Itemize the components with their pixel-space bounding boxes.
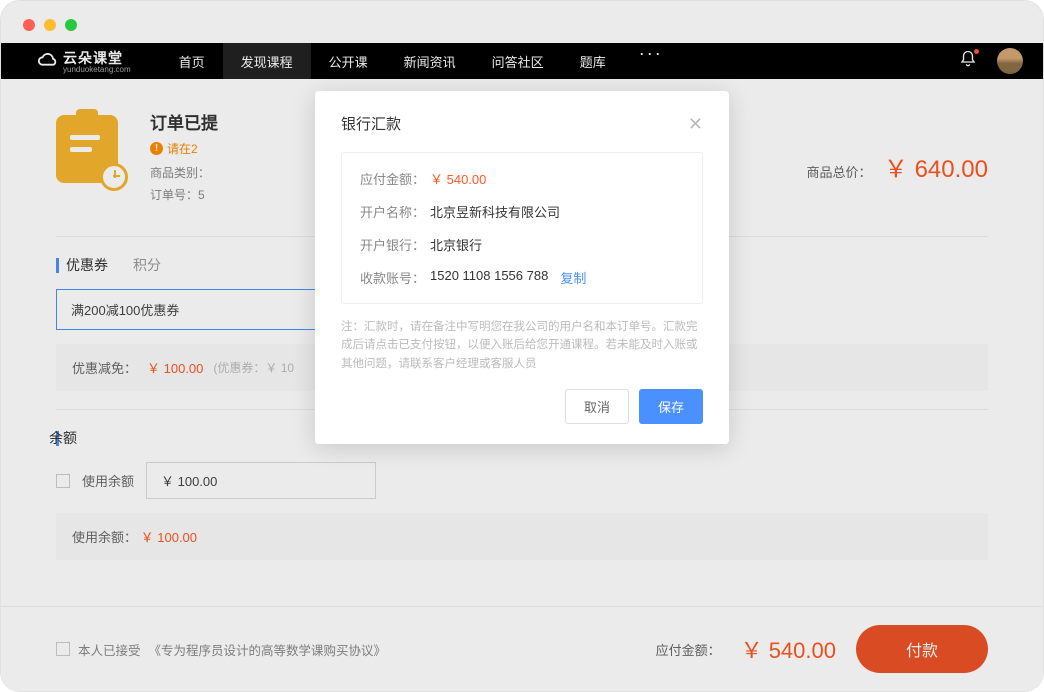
cancel-button[interactable]: 取消 — [565, 389, 629, 424]
close-window[interactable] — [23, 19, 35, 31]
modal-account-name-label: 开户名称： — [360, 202, 430, 221]
modal-account-name-value: 北京昱新科技有限公司 — [430, 202, 560, 221]
modal-amount-label: 应付金额： — [360, 169, 430, 188]
maximize-window[interactable] — [65, 19, 77, 31]
save-button[interactable]: 保存 — [639, 389, 703, 424]
modal-note: 注：汇款时，请在备注中写明您在我公司的用户名和本订单号。汇款完成后请点击已支付按… — [341, 318, 703, 373]
close-icon[interactable]: ✕ — [688, 115, 703, 133]
modal-account-no-label: 收款账号： — [360, 268, 430, 287]
modal-account-no-value: 1520 1108 1556 788 — [430, 268, 548, 287]
modal-title: 银行汇款 — [341, 113, 401, 134]
modal-amount-value: ￥ 540.00 — [430, 169, 486, 188]
minimize-window[interactable] — [44, 19, 56, 31]
window-controls — [23, 19, 77, 31]
bank-transfer-modal: 银行汇款 ✕ 应付金额： ￥ 540.00 开户名称： 北京昱新科技有限公司 开… — [315, 91, 729, 444]
modal-bank-label: 开户银行： — [360, 235, 430, 254]
modal-overlay: 银行汇款 ✕ 应付金额： ￥ 540.00 开户名称： 北京昱新科技有限公司 开… — [1, 1, 1043, 691]
modal-bank-value: 北京银行 — [430, 235, 482, 254]
copy-button[interactable]: 复制 — [560, 268, 586, 287]
